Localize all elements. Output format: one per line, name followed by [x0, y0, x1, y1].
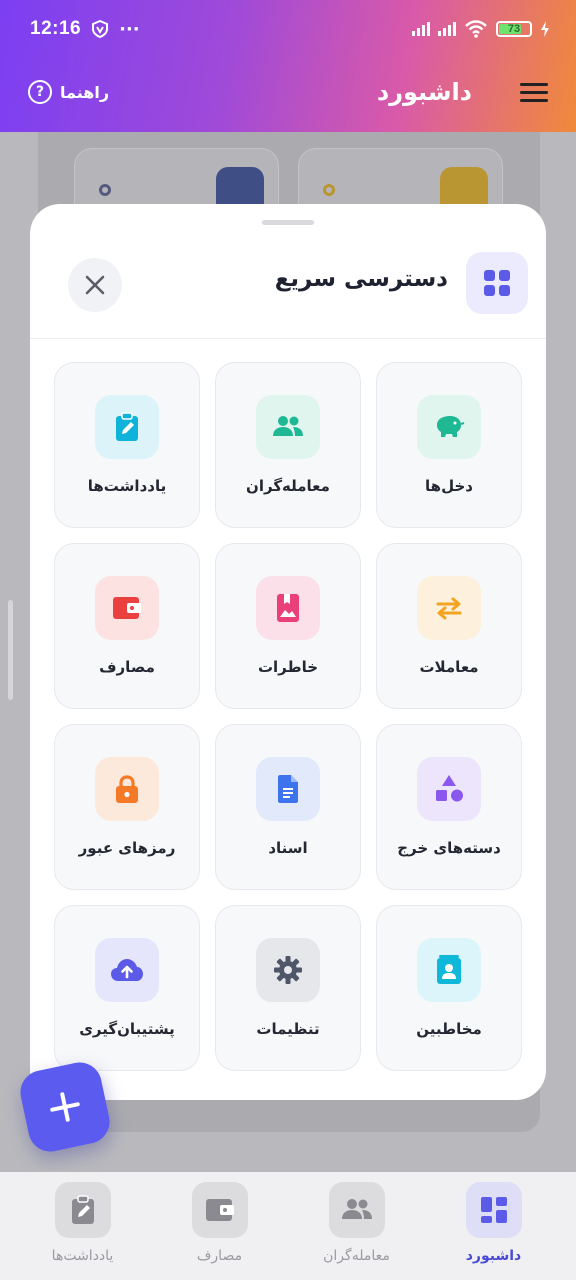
app-header: 12:16 ··· 73 ? راهنما داشبورد — [0, 0, 576, 132]
help-icon: ? — [28, 80, 52, 104]
scroll-indicator — [8, 600, 13, 700]
lock-icon — [95, 757, 159, 821]
quick-access-tile[interactable]: مصارف — [54, 543, 200, 709]
status-more-dots: ··· — [119, 18, 140, 40]
tile-label: تنظیمات — [256, 1020, 320, 1038]
swap-arrows-icon — [417, 576, 481, 640]
tile-label: دسته‌های خرج — [397, 839, 501, 857]
piggy-bank-icon — [417, 395, 481, 459]
quick-access-tile[interactable]: رمزهای عبور — [54, 724, 200, 890]
menu-icon[interactable] — [520, 82, 548, 102]
tile-label: معاملات — [419, 658, 479, 676]
tile-label: خاطرات — [257, 658, 319, 676]
nav-item[interactable]: یادداشت‌ها — [28, 1182, 138, 1280]
charging-bolt-icon — [541, 21, 549, 37]
quick-access-tile[interactable]: دخل‌ها — [376, 362, 522, 528]
wifi-icon — [465, 20, 487, 38]
page-title: داشبورد — [376, 78, 472, 106]
quick-access-tile[interactable]: معامله‌گران — [215, 362, 361, 528]
wallet-icon — [191, 1182, 248, 1238]
sheet-drag-handle[interactable] — [262, 220, 314, 225]
tile-label: اسناد — [268, 839, 308, 857]
dashboard-icon — [465, 1182, 522, 1238]
document-icon — [256, 757, 320, 821]
battery-icon: 73 — [496, 21, 532, 37]
battery-level: 73 — [507, 23, 521, 35]
tile-label: رمزهای عبور — [78, 839, 176, 857]
background-dot — [323, 184, 335, 196]
quick-access-tile[interactable]: مخاطبین — [376, 905, 522, 1071]
contact-card-icon — [417, 938, 481, 1002]
quick-access-tile[interactable]: خاطرات — [215, 543, 361, 709]
people-icon — [328, 1182, 385, 1238]
quick-access-tile[interactable]: معاملات — [376, 543, 522, 709]
clipboard-edit-icon — [95, 395, 159, 459]
clipboard-edit-icon — [54, 1182, 111, 1238]
close-icon — [85, 275, 105, 295]
nav-item[interactable]: مصارف — [165, 1182, 275, 1280]
nav-item[interactable]: داشبورد — [439, 1182, 549, 1280]
add-fab-button[interactable] — [16, 1058, 114, 1156]
quick-access-tile[interactable]: تنظیمات — [215, 905, 361, 1071]
divider — [30, 338, 546, 339]
signal-2-icon — [438, 22, 456, 36]
nav-label: یادداشت‌ها — [51, 1248, 114, 1264]
signal-1-icon — [412, 22, 430, 36]
people-icon — [256, 395, 320, 459]
bottom-navigation: داشبورد معامله‌گران مصارف یادداشت‌ها — [0, 1172, 576, 1280]
tile-label: پشتیبان‌گیری — [79, 1020, 175, 1038]
bookmark-image-icon — [256, 576, 320, 640]
vpn-shield-icon — [92, 20, 109, 38]
nav-label: معامله‌گران — [323, 1248, 390, 1264]
help-label: راهنما — [60, 82, 110, 102]
quick-access-tile[interactable]: اسناد — [215, 724, 361, 890]
quick-access-sheet: دسترسی سریع دخل‌ها معامله‌گران یادداشت‌ها م… — [30, 204, 546, 1100]
tile-label: مخاطبین — [416, 1020, 482, 1038]
grid-icon — [466, 252, 528, 314]
quick-access-tile[interactable]: دسته‌های خرج — [376, 724, 522, 890]
tile-label: یادداشت‌ها — [87, 477, 167, 495]
tile-label: مصارف — [99, 658, 155, 676]
quick-access-grid: دخل‌ها معامله‌گران یادداشت‌ها معاملات خاطرات… — [54, 362, 522, 1071]
background-dot — [99, 184, 111, 196]
tile-label: معامله‌گران — [246, 477, 330, 495]
sheet-title: دسترسی سریع — [274, 266, 448, 292]
nav-item[interactable]: معامله‌گران — [302, 1182, 412, 1280]
gear-icon — [256, 938, 320, 1002]
plus-icon — [50, 1092, 80, 1122]
wallet-icon — [95, 576, 159, 640]
tile-label: دخل‌ها — [425, 477, 473, 495]
shapes-icon — [417, 757, 481, 821]
close-button[interactable] — [68, 258, 122, 312]
nav-label: داشبورد — [465, 1248, 522, 1264]
help-button[interactable]: ? راهنما — [28, 80, 109, 104]
quick-access-tile[interactable]: یادداشت‌ها — [54, 362, 200, 528]
cloud-upload-icon — [95, 938, 159, 1002]
status-bar: 12:16 ··· 73 — [30, 14, 550, 44]
nav-label: مصارف — [196, 1248, 243, 1264]
status-time: 12:16 — [30, 18, 82, 39]
quick-access-tile[interactable]: پشتیبان‌گیری — [54, 905, 200, 1071]
